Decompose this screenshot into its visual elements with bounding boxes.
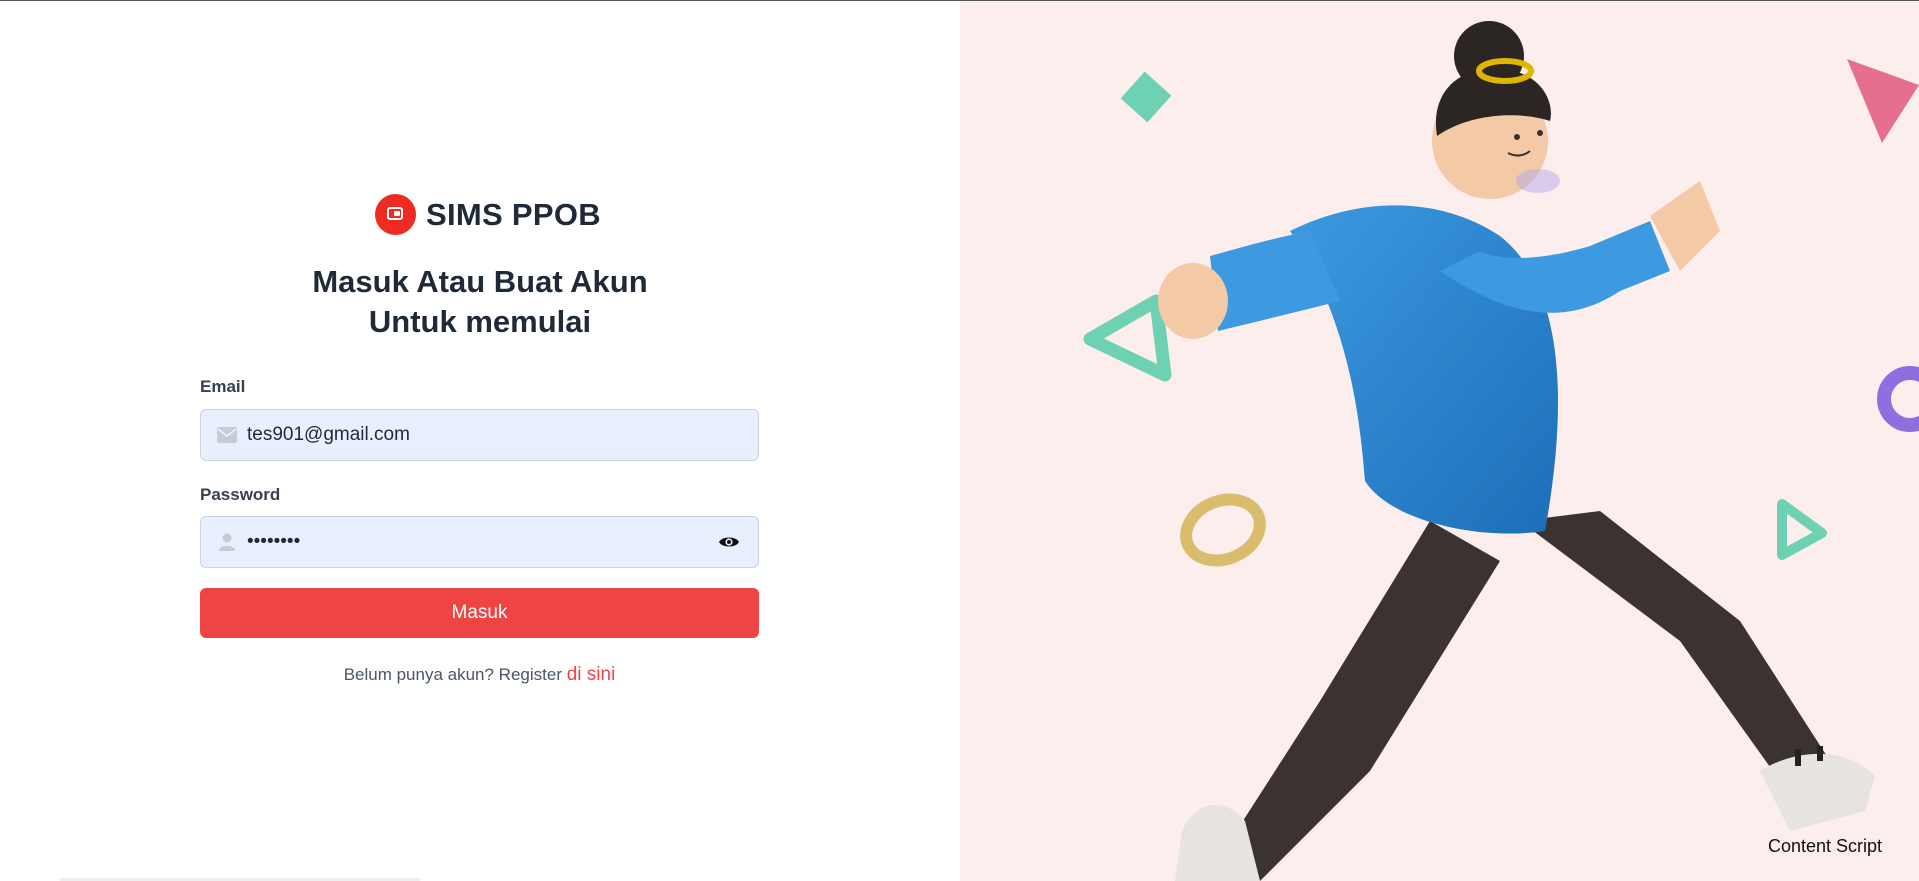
walking-person-illustration [1083, 21, 1919, 881]
wallet-icon [375, 194, 416, 235]
email-label: Email [200, 377, 246, 396]
title-line-1: Masuk Atau Buat Akun [312, 264, 648, 299]
eye-icon[interactable] [718, 533, 740, 551]
pink-triangle-shape [1847, 59, 1919, 143]
page-title: Masuk Atau Buat Akun Untuk memulai [200, 262, 760, 342]
brand-name: SIMS PPOB [426, 196, 601, 232]
password-field[interactable]: •••••••• [200, 516, 759, 568]
illustration-panel [960, 1, 1919, 881]
user-icon [219, 533, 235, 551]
register-text: Belum punya akun? Register [343, 665, 567, 684]
envelope-icon [217, 427, 237, 443]
login-button[interactable]: Masuk [200, 588, 759, 638]
password-label: Password [200, 485, 281, 504]
password-value: •••••••• [247, 531, 301, 552]
register-link[interactable]: di sini [567, 664, 616, 685]
title-line-2: Untuk memulai [368, 304, 592, 339]
brand-header: SIMS PPOB [375, 194, 601, 235]
email-value: tes901@gmail.com [247, 424, 410, 445]
ring-shape [1180, 493, 1266, 567]
content-script-label: Content Script [1768, 836, 1883, 856]
diamond-shape [1120, 71, 1172, 123]
register-prompt: Belum punya akun? Register di sini [200, 664, 759, 686]
email-field[interactable]: tes901@gmail.com [200, 409, 759, 461]
purple-ring-shape [1877, 366, 1919, 432]
small-triangle-shape [1777, 499, 1827, 560]
triangle-shape [1083, 294, 1172, 382]
